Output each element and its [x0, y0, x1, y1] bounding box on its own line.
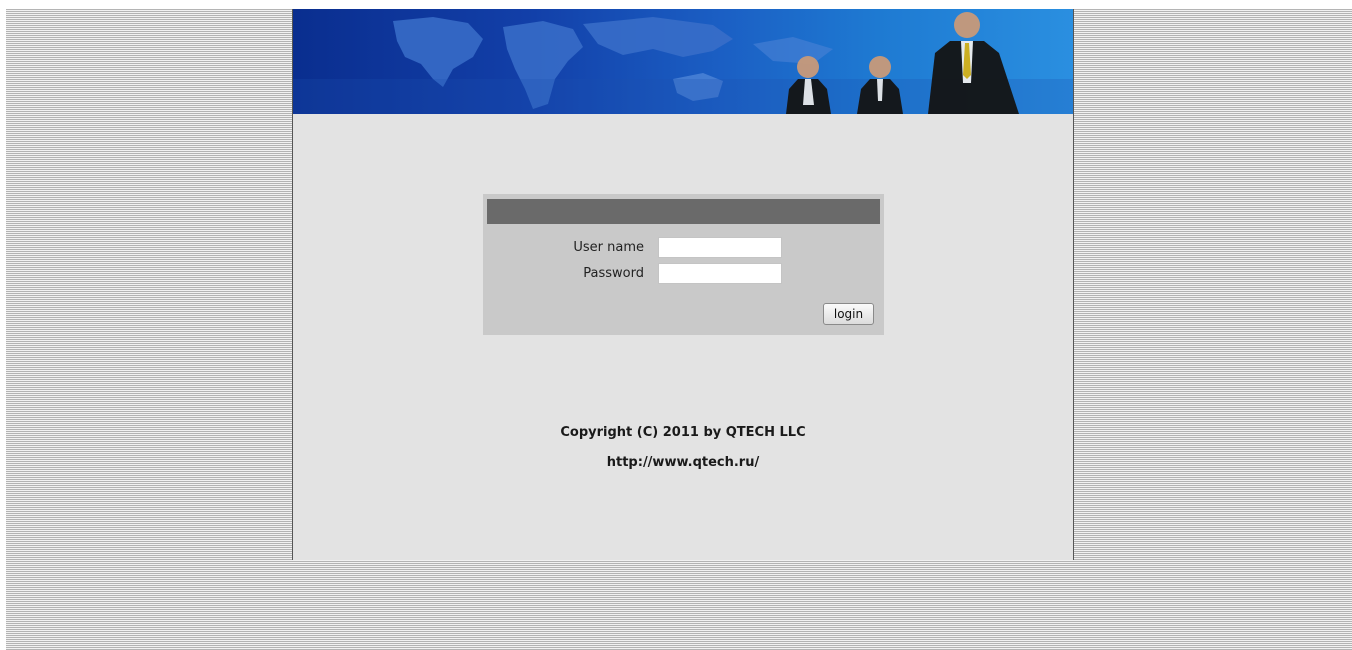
website-link[interactable]: http://www.qtech.ru/ — [293, 455, 1073, 470]
banner-continent-asia — [583, 17, 733, 57]
password-input[interactable] — [658, 263, 782, 284]
banner-continent-north-america — [393, 17, 483, 87]
header-banner — [293, 9, 1073, 114]
main-panel: User name Password login Copyright (C) 2… — [292, 9, 1074, 560]
login-form-header — [487, 199, 880, 224]
banner-person-right — [928, 12, 1019, 114]
username-label: User name — [573, 240, 644, 255]
login-button[interactable]: login — [823, 303, 874, 325]
copyright-text: Copyright (C) 2011 by QTECH LLC — [560, 425, 806, 440]
password-label: Password — [583, 266, 644, 281]
username-input[interactable] — [658, 237, 782, 258]
login-form: User name Password login — [483, 194, 884, 335]
banner-image — [293, 12, 1073, 114]
banner-continent-islands — [753, 37, 833, 64]
